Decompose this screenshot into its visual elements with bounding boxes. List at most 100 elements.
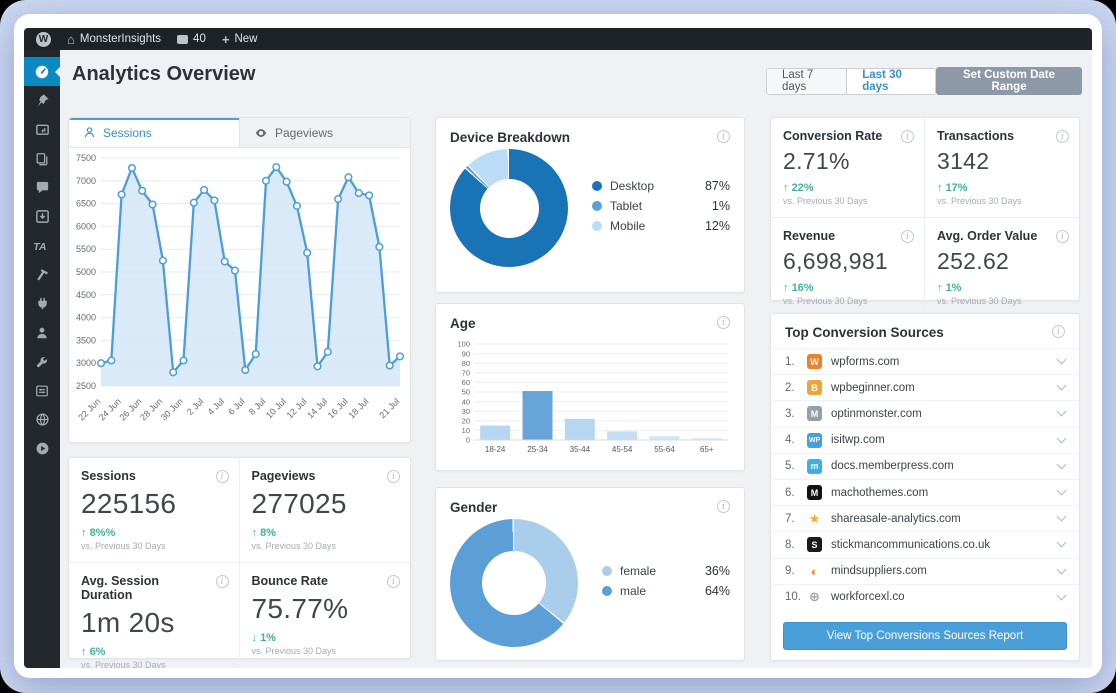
sidebar-item-tools[interactable] (24, 347, 60, 376)
source-row-machothemes.com[interactable]: 6. Mmachothemes.com (771, 478, 1079, 505)
favicon-isitwp.com: WP (807, 432, 822, 448)
metric-card-conversion-rate: Conversion Rate i 2.71% ↑ 22% vs. Previous 3… (771, 118, 925, 218)
chevron-down-icon[interactable] (1056, 564, 1067, 575)
tab-pageviews-label: Pageviews (275, 125, 334, 140)
svg-text:25-34: 25-34 (527, 445, 548, 454)
svg-text:12 Jul: 12 Jul (285, 396, 309, 420)
info-icon[interactable]: i (901, 230, 914, 243)
device-donut-chart (450, 149, 568, 267)
favicon-machothemes.com: M (807, 485, 822, 501)
svg-text:4 Jul: 4 Jul (206, 396, 227, 417)
pin-icon (35, 93, 50, 108)
info-icon[interactable]: i (717, 500, 730, 513)
sidebar-item-users[interactable] (24, 318, 60, 347)
chart-tabs: Sessions Pageviews (69, 118, 410, 148)
svg-text:45-54: 45-54 (612, 445, 633, 454)
info-icon[interactable]: i (1056, 230, 1069, 243)
sidebar-item-comments[interactable] (24, 173, 60, 202)
source-row-docs.memberpress.com[interactable]: 5. m docs.memberpress.com (771, 452, 1079, 479)
source-rank: 5. (785, 460, 795, 473)
favicon-workforcexl.co: ⊕ (809, 589, 820, 605)
metric-trend: ↑ 1% (937, 282, 962, 294)
plus-icon: + (221, 31, 230, 47)
metric-trend: ↓ 1% (251, 632, 276, 644)
last-30-days-button[interactable]: Last 30 days (847, 68, 936, 94)
chevron-down-icon[interactable] (1056, 537, 1067, 548)
info-icon[interactable]: i (901, 130, 914, 143)
comment-icon (35, 180, 50, 195)
source-row-stickmancommunications.co.uk[interactable]: 8. Sstickmancommunications.co.uk (771, 531, 1079, 557)
info-icon[interactable]: i (1052, 325, 1065, 338)
info-icon[interactable]: i (215, 470, 229, 483)
metric-card-bounce-rate: Bounce Rate i 75.77% ↓ 1% vs. Previous 30 Da… (240, 563, 411, 668)
sidebar-item-media[interactable] (24, 115, 60, 144)
metric-trend: ↑ 6% (81, 646, 106, 658)
sources-title: Top Conversion Sources (785, 325, 944, 340)
metric-compare: vs. Previous 30 Days (81, 660, 166, 668)
favicon-wpforms.com: W (807, 354, 822, 370)
sidebar-item-network[interactable] (24, 405, 60, 434)
comments-icon (177, 34, 189, 44)
chevron-down-icon[interactable] (1056, 407, 1067, 417)
tab-sessions[interactable]: Sessions (69, 118, 239, 147)
top-conversion-sources-card: Top Conversion Sources i 1. Wwpforms.com 2… (770, 313, 1080, 661)
chevron-down-icon[interactable] (1056, 433, 1067, 444)
source-row-isitwp.com[interactable]: 4. WP isitwp.com (771, 426, 1079, 453)
legend-label: Desktop (610, 179, 655, 193)
source-row-mindsuppliers.com[interactable]: 9. ◐ mindsuppliers.com (771, 557, 1079, 584)
chevron-down-icon[interactable] (1056, 511, 1067, 522)
eye-icon (255, 128, 267, 137)
svg-text:35-44: 35-44 (570, 445, 591, 454)
sidebar-item-settings[interactable] (24, 376, 60, 405)
sidebar-item-video[interactable] (24, 434, 60, 463)
date-range-controls: Last 7 days Last 30 days Set Custom Date… (766, 67, 1082, 95)
wp-sidebar: TA (24, 50, 60, 668)
sidebar-item-plugins[interactable] (24, 289, 60, 318)
svg-text:100: 100 (457, 340, 470, 349)
info-icon[interactable]: i (387, 575, 400, 588)
source-row-shareasale-analytics.com[interactable]: 7. ★ shareasale-analytics.com (771, 505, 1079, 531)
admin-bar-new[interactable]: + New (222, 33, 258, 46)
app-window: W ⌂ MonsterInsights 40 + New TA Analytic… (14, 14, 1102, 678)
info-icon[interactable]: i (717, 130, 730, 143)
metric-label: Pageviews (251, 469, 316, 483)
metric-value: 277025 (251, 488, 347, 519)
sidebar-item-appearance[interactable] (24, 260, 60, 289)
chevron-down-icon[interactable] (1056, 459, 1067, 470)
source-row-workforcexl.co[interactable]: 10. ⊕ workforcexl.co (771, 583, 1079, 610)
chevron-down-icon[interactable] (1056, 380, 1067, 391)
chevron-down-icon[interactable] (1056, 590, 1067, 601)
source-row-wpforms.com[interactable]: 1. Wwpforms.com (771, 348, 1079, 374)
source-row-wpbeginner.com[interactable]: 2. Bwpbeginner.com (771, 374, 1079, 400)
set-custom-date-range-button[interactable]: Set Custom Date Range (936, 67, 1082, 95)
last-7-days-button[interactable]: Last 7 days (767, 68, 848, 94)
date-range-segmented: Last 7 days Last 30 days (766, 67, 937, 95)
info-icon[interactable]: i (717, 316, 730, 329)
svg-text:21 Jul: 21 Jul (377, 396, 401, 420)
sidebar-item-downloads[interactable] (24, 202, 60, 231)
sidebar-item-ta[interactable]: TA (24, 231, 60, 260)
metric-label: Avg. Session Duration (81, 574, 160, 602)
sidebar-item-monsterinsights[interactable] (24, 57, 60, 86)
info-icon[interactable]: i (1056, 130, 1069, 143)
admin-bar-comments[interactable]: 40 (177, 33, 206, 45)
svg-text:90: 90 (462, 349, 470, 358)
metric-compare: vs. Previous 30 Days (251, 541, 337, 551)
chevron-down-icon[interactable] (1056, 354, 1067, 365)
view-top-conversions-report-button[interactable]: View Top Conversions Sources Report (783, 622, 1067, 650)
trend-up-arrow-icon: ↑ (783, 182, 789, 194)
info-icon[interactable]: i (387, 470, 400, 483)
source-domain: machothemes.com (831, 486, 929, 499)
admin-bar-site[interactable]: ⌂ MonsterInsights (67, 33, 161, 46)
sidebar-item-pages[interactable] (24, 144, 60, 173)
tab-pageviews[interactable]: Pageviews (239, 118, 410, 147)
wordpress-logo-icon[interactable]: W (36, 31, 51, 47)
info-icon[interactable]: i (215, 575, 229, 588)
svg-text:30 Jun: 30 Jun (159, 396, 185, 422)
sidebar-item-posts-pin[interactable] (24, 86, 60, 115)
source-row-optinmonster.com[interactable]: 3. Moptinmonster.com (771, 400, 1079, 426)
wordpress-admin: W ⌂ MonsterInsights 40 + New TA Analytic… (24, 28, 1092, 668)
chevron-down-icon[interactable] (1056, 485, 1067, 496)
legend-value: 36% (704, 564, 730, 578)
metric-compare: vs. Previous 30 Days (251, 646, 337, 656)
